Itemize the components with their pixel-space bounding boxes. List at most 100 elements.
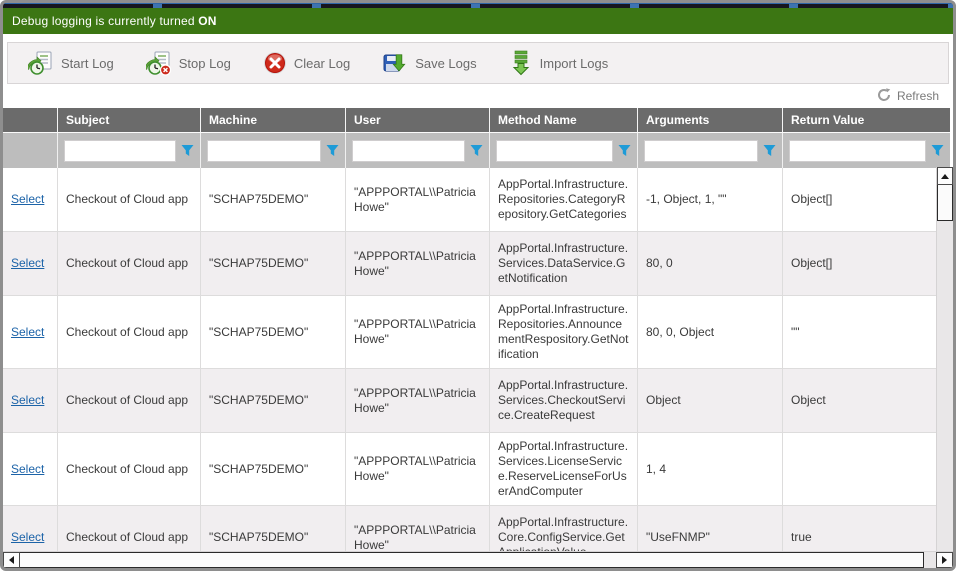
table-row: Select Checkout of Cloud app "SCHAP75DEM… xyxy=(3,232,950,296)
return-value-cell: true xyxy=(783,506,950,551)
refresh-icon xyxy=(877,88,891,105)
column-header-arguments[interactable]: Arguments xyxy=(638,108,783,133)
stop-log-button[interactable]: Stop Log xyxy=(136,46,241,80)
arguments-cell: 80, 0 xyxy=(638,232,783,296)
banner-state: ON xyxy=(198,14,216,28)
method-name-filter-icon[interactable] xyxy=(618,144,631,157)
return-value-filter-icon[interactable] xyxy=(931,144,944,157)
arguments-filter-icon[interactable] xyxy=(763,144,776,157)
machine-cell: "SCHAP75DEMO" xyxy=(201,369,346,433)
scroll-right-button[interactable] xyxy=(936,552,953,568)
arguments-cell: -1, Object, 1, "" xyxy=(638,168,783,232)
user-cell: "APPPORTAL\\PatriciaHowe" xyxy=(346,369,490,433)
select-link[interactable]: Select xyxy=(11,192,44,206)
return-value-filter-input[interactable] xyxy=(789,140,926,162)
select-link[interactable]: Select xyxy=(11,393,44,407)
subject-cell: Checkout of Cloud app xyxy=(58,296,201,369)
filter-cell-empty xyxy=(3,133,58,168)
toolbar-wrap: Start Log xyxy=(3,34,953,84)
arguments-cell: "UseFNMP" xyxy=(638,506,783,551)
column-header-method-name[interactable]: Method Name xyxy=(490,108,638,133)
stop-log-label: Stop Log xyxy=(179,56,231,71)
method-name-cell: AppPortal.Infrastructure.Repositories.An… xyxy=(490,296,638,369)
user-cell: "APPPORTAL\\PatriciaHowe" xyxy=(346,168,490,232)
table-row: Select Checkout of Cloud app "SCHAP75DEM… xyxy=(3,433,950,506)
log-grid: Subject Machine User Method Name Argumen… xyxy=(3,108,953,551)
arguments-cell: 80, 0, Object xyxy=(638,296,783,369)
machine-cell: "SCHAP75DEMO" xyxy=(201,296,346,369)
return-value-cell: Object[] xyxy=(783,232,950,296)
start-log-button[interactable]: Start Log xyxy=(18,46,124,80)
method-name-filter-input[interactable] xyxy=(496,140,613,162)
table-row: Select Checkout of Cloud app "SCHAP75DEM… xyxy=(3,168,950,232)
subject-cell: Checkout of Cloud app xyxy=(58,506,201,551)
method-name-cell: AppPortal.Infrastructure.Services.DataSe… xyxy=(490,232,638,296)
user-filter-input[interactable] xyxy=(352,140,465,162)
return-value-cell: Object[] xyxy=(783,168,950,232)
arguments-cell: Object xyxy=(638,369,783,433)
horizontal-scrollbar[interactable] xyxy=(3,551,953,568)
method-name-cell: AppPortal.Infrastructure.Repositories.Ca… xyxy=(490,168,638,232)
debug-status-banner: Debug logging is currently turned ON xyxy=(3,8,953,34)
vertical-scroll-thumb[interactable] xyxy=(937,185,953,221)
column-header-user[interactable]: User xyxy=(346,108,490,133)
log-table: Subject Machine User Method Name Argumen… xyxy=(3,108,950,551)
save-logs-label: Save Logs xyxy=(415,56,476,71)
import-logs-label: Import Logs xyxy=(540,56,609,71)
right-arrow-icon xyxy=(942,556,947,564)
select-link[interactable]: Select xyxy=(11,325,44,339)
select-link[interactable]: Select xyxy=(11,256,44,270)
column-header-return-value[interactable]: Return Value xyxy=(783,108,950,133)
table-row: Select Checkout of Cloud app "SCHAP75DEM… xyxy=(3,506,950,551)
machine-cell: "SCHAP75DEMO" xyxy=(201,433,346,506)
header-row: Subject Machine User Method Name Argumen… xyxy=(3,108,950,133)
column-header-machine[interactable]: Machine xyxy=(201,108,346,133)
method-name-cell: AppPortal.Infrastructure.Services.Licens… xyxy=(490,433,638,506)
select-link[interactable]: Select xyxy=(11,462,44,476)
clear-log-button[interactable]: Clear Log xyxy=(253,47,360,79)
import-logs-icon xyxy=(509,50,533,76)
stop-log-icon xyxy=(146,50,172,76)
machine-filter-input[interactable] xyxy=(207,140,321,162)
user-cell: "APPPORTAL\\PatriciaHowe" xyxy=(346,433,490,506)
banner-text: Debug logging is currently turned xyxy=(12,14,195,28)
column-header-subject[interactable]: Subject xyxy=(58,108,201,133)
save-logs-icon xyxy=(382,50,408,76)
log-toolbar: Start Log xyxy=(7,42,949,84)
import-logs-button[interactable]: Import Logs xyxy=(499,46,619,80)
start-log-icon xyxy=(28,50,54,76)
vertical-scrollbar[interactable] xyxy=(936,167,953,551)
table-row: Select Checkout of Cloud app "SCHAP75DEM… xyxy=(3,296,950,369)
refresh-button[interactable]: Refresh xyxy=(877,88,939,105)
return-value-cell: Object xyxy=(783,369,950,433)
subject-cell: Checkout of Cloud app xyxy=(58,232,201,296)
user-filter-icon[interactable] xyxy=(470,144,483,157)
save-logs-button[interactable]: Save Logs xyxy=(372,46,486,80)
subject-filter-icon[interactable] xyxy=(181,144,194,157)
method-name-cell: AppPortal.Infrastructure.Core.ConfigServ… xyxy=(490,506,638,551)
user-cell: "APPPORTAL\\PatriciaHowe" xyxy=(346,506,490,551)
arguments-cell: 1, 4 xyxy=(638,433,783,506)
select-link[interactable]: Select xyxy=(11,530,44,544)
refresh-label: Refresh xyxy=(897,89,939,103)
user-cell: "APPPORTAL\\PatriciaHowe" xyxy=(346,232,490,296)
method-name-cell: AppPortal.Infrastructure.Services.Checko… xyxy=(490,369,638,433)
subject-cell: Checkout of Cloud app xyxy=(58,369,201,433)
machine-cell: "SCHAP75DEMO" xyxy=(201,506,346,551)
machine-filter-icon[interactable] xyxy=(326,144,339,157)
scroll-up-button[interactable] xyxy=(937,167,953,185)
arguments-filter-input[interactable] xyxy=(644,140,758,162)
scroll-left-button[interactable] xyxy=(3,552,20,568)
subject-cell: Checkout of Cloud app xyxy=(58,433,201,506)
subject-filter-input[interactable] xyxy=(64,140,176,162)
clear-log-label: Clear Log xyxy=(294,56,350,71)
clear-log-icon xyxy=(263,51,287,75)
table-row: Select Checkout of Cloud app "SCHAP75DEM… xyxy=(3,369,950,433)
start-log-label: Start Log xyxy=(61,56,114,71)
return-value-cell: "" xyxy=(783,296,950,369)
refresh-bar: Refresh xyxy=(3,84,953,108)
horizontal-scroll-thumb[interactable] xyxy=(20,552,924,568)
subject-cell: Checkout of Cloud app xyxy=(58,168,201,232)
filter-row xyxy=(3,133,950,168)
user-cell: "APPPORTAL\\PatriciaHowe" xyxy=(346,296,490,369)
